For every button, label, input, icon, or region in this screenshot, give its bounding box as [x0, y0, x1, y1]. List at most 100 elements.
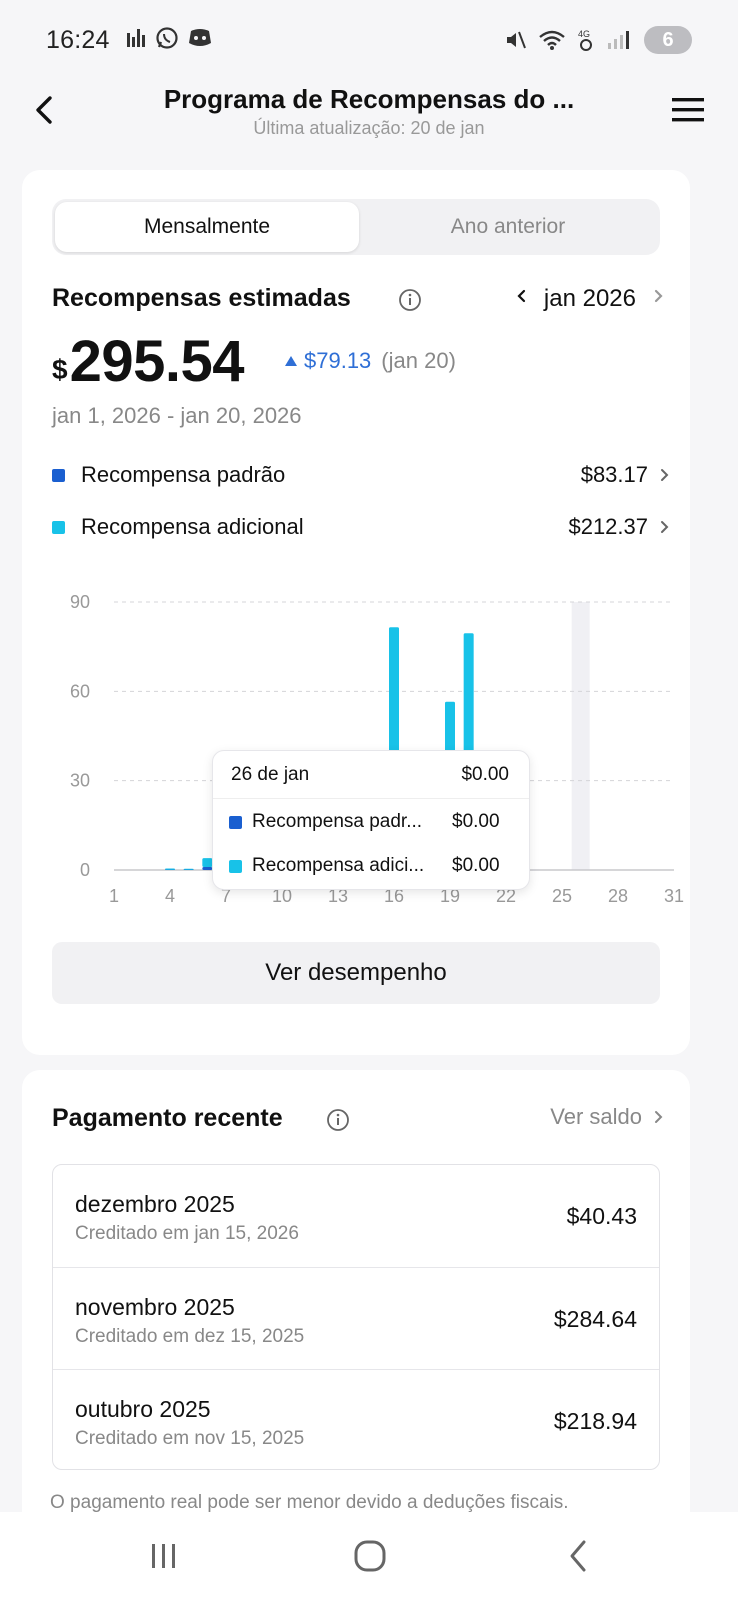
- info-icon[interactable]: [398, 288, 422, 312]
- home-icon: [354, 1540, 386, 1572]
- page-title: Programa de Recompensas do ...: [163, 84, 575, 114]
- highlight-column: [571, 602, 590, 870]
- tab-monthly[interactable]: Mensalmente: [55, 202, 359, 252]
- home-button[interactable]: [350, 1538, 390, 1574]
- payment-amount: $218.94: [553, 1408, 637, 1434]
- payment-row[interactable]: dezembro 2025 Creditado em jan 15, 2026 …: [53, 1165, 659, 1267]
- hamburger-icon: [672, 98, 704, 122]
- y-tick-label: 30: [70, 771, 90, 791]
- y-tick-label: 90: [70, 592, 90, 612]
- chevron-right-icon: [661, 521, 669, 533]
- x-tick-label: 31: [664, 886, 684, 906]
- status-bar: 16:24 4G 6: [0, 0, 738, 80]
- period-toggle: Mensalmente Ano anterior: [52, 199, 660, 255]
- battery-indicator: 6: [644, 26, 692, 54]
- tooltip-label: Recompensa adici...: [252, 855, 425, 876]
- tooltip-label: Recompensa padr...: [252, 811, 423, 832]
- legend-value: $83.17: [580, 462, 648, 487]
- wifi-icon: [538, 29, 566, 51]
- alarm-icon: 4G: [576, 28, 596, 52]
- prev-month-button[interactable]: [514, 285, 528, 313]
- payment-amount: $40.43: [566, 1203, 637, 1229]
- tax-disclaimer: O pagamento real pode ser menor devido a…: [50, 1492, 569, 1513]
- signal-icon: [606, 29, 630, 51]
- chevron-right-icon: [654, 289, 663, 303]
- x-tick-label: 25: [552, 886, 572, 906]
- view-balance-label: Ver saldo: [550, 1104, 642, 1129]
- tooltip-total: $0.00: [461, 763, 509, 785]
- tooltip-value: $0.00: [452, 855, 500, 876]
- total-amount: $ 295.54: [52, 330, 244, 394]
- payment-month: novembro 2025: [75, 1294, 235, 1320]
- x-tick-label: 4: [165, 886, 175, 906]
- discord-icon: [187, 27, 213, 49]
- month-navigator: jan 2026: [514, 285, 666, 313]
- tooltip-header: 26 de jan $0.00: [213, 751, 529, 799]
- chart-bar: [165, 868, 175, 870]
- legend-label: Recompensa adicional: [81, 514, 304, 539]
- triangle-up-icon: [285, 356, 297, 366]
- payment-credited: Creditado em dez 15, 2025: [75, 1326, 305, 1347]
- daily-change: $79.13 (jan 20): [284, 348, 456, 374]
- payment-row[interactable]: outubro 2025 Creditado em nov 15, 2025 $…: [53, 1369, 659, 1469]
- chart-bar: [183, 868, 194, 870]
- tooltip-row-additional: Recompensa adici... $0.00: [213, 846, 529, 886]
- top-bar: Programa de Recompensas do ... Última at…: [0, 80, 738, 150]
- payment-month: outubro 2025: [75, 1396, 211, 1422]
- back-arrow-icon: [36, 96, 52, 124]
- legend-label: Recompensa padrão: [81, 462, 286, 487]
- legend-row-standard[interactable]: Recompensa padrão $83.17: [52, 458, 672, 492]
- date-range: jan 1, 2026 - jan 20, 2026: [52, 403, 302, 428]
- delta-date: (jan 20): [381, 348, 456, 373]
- system-back-button[interactable]: [560, 1538, 600, 1574]
- tooltip-value: $0.00: [452, 811, 500, 832]
- delta-value: $79.13: [304, 348, 372, 373]
- payment-list: dezembro 2025 Creditado em jan 15, 2026 …: [52, 1164, 660, 1470]
- tooltip-row-standard: Recompensa padr... $0.00: [213, 802, 529, 842]
- tooltip-date: 26 de jan: [231, 763, 310, 785]
- recent-apps-button[interactable]: [144, 1538, 184, 1574]
- view-performance-button[interactable]: Ver desempenho: [52, 942, 660, 1004]
- mute-icon: [504, 28, 528, 52]
- chart-bar: [202, 858, 213, 868]
- chart-tooltip: 26 de jan $0.00 Recompensa padr... $0.00…: [212, 750, 530, 890]
- info-icon[interactable]: [326, 1108, 350, 1132]
- system-nav-bar: [0, 1512, 738, 1600]
- network-label: 4G: [578, 29, 590, 39]
- chevron-left-icon: [517, 289, 526, 303]
- rewards-title: Recompensas estimadas: [52, 284, 351, 312]
- y-tick-label: 0: [80, 860, 90, 880]
- payment-title: Pagamento recente: [52, 1104, 283, 1132]
- next-month-button[interactable]: [652, 285, 666, 313]
- legend-swatch: [52, 520, 65, 534]
- current-month: jan 2026: [543, 285, 636, 312]
- view-balance-link[interactable]: Ver saldo: [550, 1104, 666, 1130]
- tooltip-swatch: [229, 815, 242, 829]
- legend-value: $212.37: [568, 514, 648, 539]
- chevron-right-icon: [655, 1111, 663, 1123]
- tooltip-swatch: [229, 859, 242, 873]
- bar-chart-icon: [125, 27, 147, 49]
- amount-value: 295.54: [69, 329, 245, 394]
- whatsapp-icon: [155, 26, 179, 50]
- legend-swatch: [52, 468, 65, 482]
- chart-bar: [202, 867, 213, 870]
- payment-amount: $284.64: [553, 1306, 637, 1332]
- last-updated: Última atualização: 20 de jan: [253, 118, 485, 138]
- status-time: 16:24: [46, 26, 110, 54]
- system-back-icon: [570, 1540, 586, 1572]
- x-tick-label: 28: [608, 886, 628, 906]
- tab-previous-year[interactable]: Ano anterior: [359, 202, 657, 252]
- legend-row-additional[interactable]: Recompensa adicional $212.37: [52, 510, 672, 544]
- rewards-card: Mensalmente Ano anterior Recompensas est…: [22, 170, 690, 1055]
- y-tick-label: 60: [70, 681, 90, 701]
- recent-apps-icon: [152, 1544, 175, 1568]
- payment-month: dezembro 2025: [75, 1191, 235, 1217]
- chevron-right-icon: [661, 469, 669, 481]
- payment-row[interactable]: novembro 2025 Creditado em dez 15, 2025 …: [53, 1267, 659, 1369]
- payment-credited: Creditado em jan 15, 2026: [75, 1223, 299, 1244]
- x-tick-label: 1: [109, 886, 119, 906]
- payment-credited: Creditado em nov 15, 2025: [75, 1428, 305, 1449]
- menu-button[interactable]: [668, 94, 708, 126]
- back-button[interactable]: [26, 90, 66, 130]
